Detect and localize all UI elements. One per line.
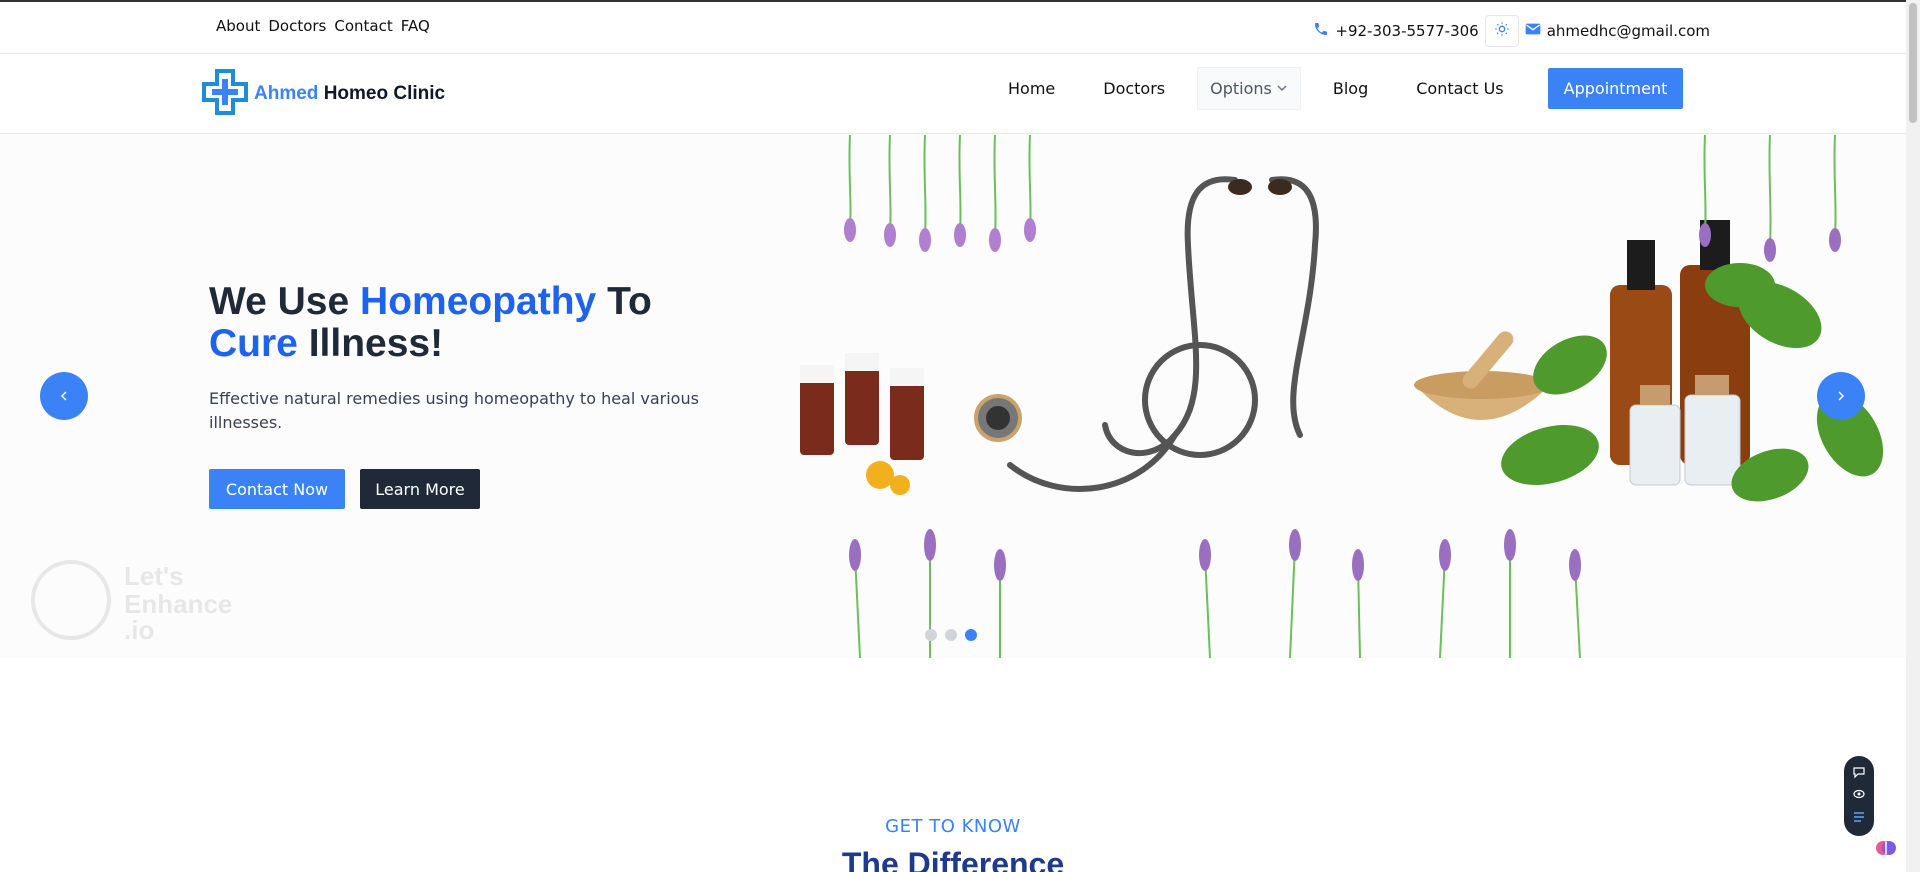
hero-title-highlight-1: Homeopathy bbox=[360, 280, 597, 323]
medical-cross-logo-icon bbox=[202, 69, 248, 119]
chevron-left-icon bbox=[59, 387, 69, 406]
watermark-logo: Let's Enhance .io bbox=[26, 555, 256, 649]
phone-icon bbox=[1313, 21, 1329, 41]
chevron-right-icon bbox=[1836, 387, 1846, 406]
main-navbar: Ahmed Homeo Clinic Home Doctors Options … bbox=[0, 55, 1906, 134]
nav-blog[interactable]: Blog bbox=[1309, 67, 1392, 110]
nav-doctors[interactable]: Doctors bbox=[1079, 67, 1189, 110]
top-links: About Doctors Contact FAQ bbox=[216, 17, 430, 35]
list-icon[interactable] bbox=[1852, 809, 1866, 828]
hero-subtitle: Effective natural remedies using homeopa… bbox=[209, 389, 699, 432]
svg-text:Let's: Let's bbox=[124, 561, 184, 591]
carousel-next-button[interactable] bbox=[1817, 372, 1865, 420]
top-link-faq[interactable]: FAQ bbox=[401, 17, 430, 35]
nav-contact-us[interactable]: Contact Us bbox=[1392, 67, 1527, 110]
nav-options-dropdown[interactable]: Options bbox=[1197, 67, 1301, 110]
appointment-button[interactable]: Appointment bbox=[1547, 68, 1684, 109]
carousel-prev-button[interactable] bbox=[40, 372, 88, 420]
hero-title-part-1: We Use bbox=[209, 280, 350, 323]
carousel-indicators bbox=[925, 629, 977, 641]
carousel-dot-2[interactable] bbox=[945, 629, 957, 641]
page-scrollbar[interactable] bbox=[1906, 0, 1920, 872]
top-link-doctors[interactable]: Doctors bbox=[268, 17, 326, 35]
theme-toggle-button[interactable] bbox=[1484, 15, 1519, 47]
hero-title: We Use Homeopathy To Cure Illness! bbox=[209, 281, 729, 365]
nav-home[interactable]: Home bbox=[984, 67, 1079, 110]
hero-title-part-2: To bbox=[607, 280, 652, 323]
stethoscope-illustration bbox=[1007, 176, 1319, 492]
brand-name: Ahmed Homeo Clinic bbox=[254, 83, 445, 105]
section-title: The Difference bbox=[841, 846, 1065, 872]
section-eyebrow: GET TO KNOW bbox=[885, 816, 1021, 837]
contact-now-button[interactable]: Contact Now bbox=[209, 469, 345, 509]
carousel-dot-3[interactable] bbox=[965, 629, 977, 641]
carousel-dot-1[interactable] bbox=[925, 629, 937, 641]
hero-carousel: Let's Enhance .io We Use Homeopathy To C… bbox=[0, 135, 1906, 658]
brand-name-second: Homeo Clinic bbox=[323, 83, 446, 104]
chat-icon[interactable] bbox=[1852, 764, 1866, 783]
hero-title-part-3: Illness! bbox=[308, 322, 444, 365]
sun-icon bbox=[1494, 21, 1510, 41]
nav-menu: Home Doctors Options Blog Contact Us App… bbox=[984, 67, 1684, 110]
remedy-bottles bbox=[800, 353, 924, 495]
mail-icon bbox=[1525, 22, 1541, 40]
floating-tools-widget bbox=[1844, 756, 1874, 836]
svg-text:.io: .io bbox=[124, 615, 154, 645]
brain-icon[interactable] bbox=[1874, 836, 1898, 864]
lavender-bottom bbox=[854, 544, 1581, 658]
eye-icon[interactable] bbox=[1852, 786, 1866, 805]
top-contact-info: +92-303-5577-306 ahmedhc@gmail.com bbox=[1313, 15, 1710, 47]
chevron-down-icon bbox=[1276, 79, 1288, 98]
top-bar: About Doctors Contact FAQ +92-303-5577-3… bbox=[0, 2, 1906, 54]
hero-title-highlight-2: Cure bbox=[209, 322, 298, 365]
nav-options-label: Options bbox=[1210, 79, 1272, 98]
learn-more-button[interactable]: Learn More bbox=[360, 469, 480, 509]
mortar-pestle bbox=[1414, 331, 1550, 420]
phone-number[interactable]: +92-303-5577-306 bbox=[1335, 22, 1478, 40]
email-address[interactable]: ahmedhc@gmail.com bbox=[1547, 22, 1710, 40]
scrollbar-thumb[interactable] bbox=[1909, 3, 1917, 123]
top-link-contact[interactable]: Contact bbox=[334, 17, 392, 35]
brand-logo[interactable]: Ahmed Homeo Clinic bbox=[202, 69, 445, 119]
brand-name-first: Ahmed bbox=[254, 83, 319, 104]
hero-illustration bbox=[800, 135, 1884, 658]
lavender-hanging-left bbox=[848, 135, 1032, 236]
top-link-about[interactable]: About bbox=[216, 17, 260, 35]
